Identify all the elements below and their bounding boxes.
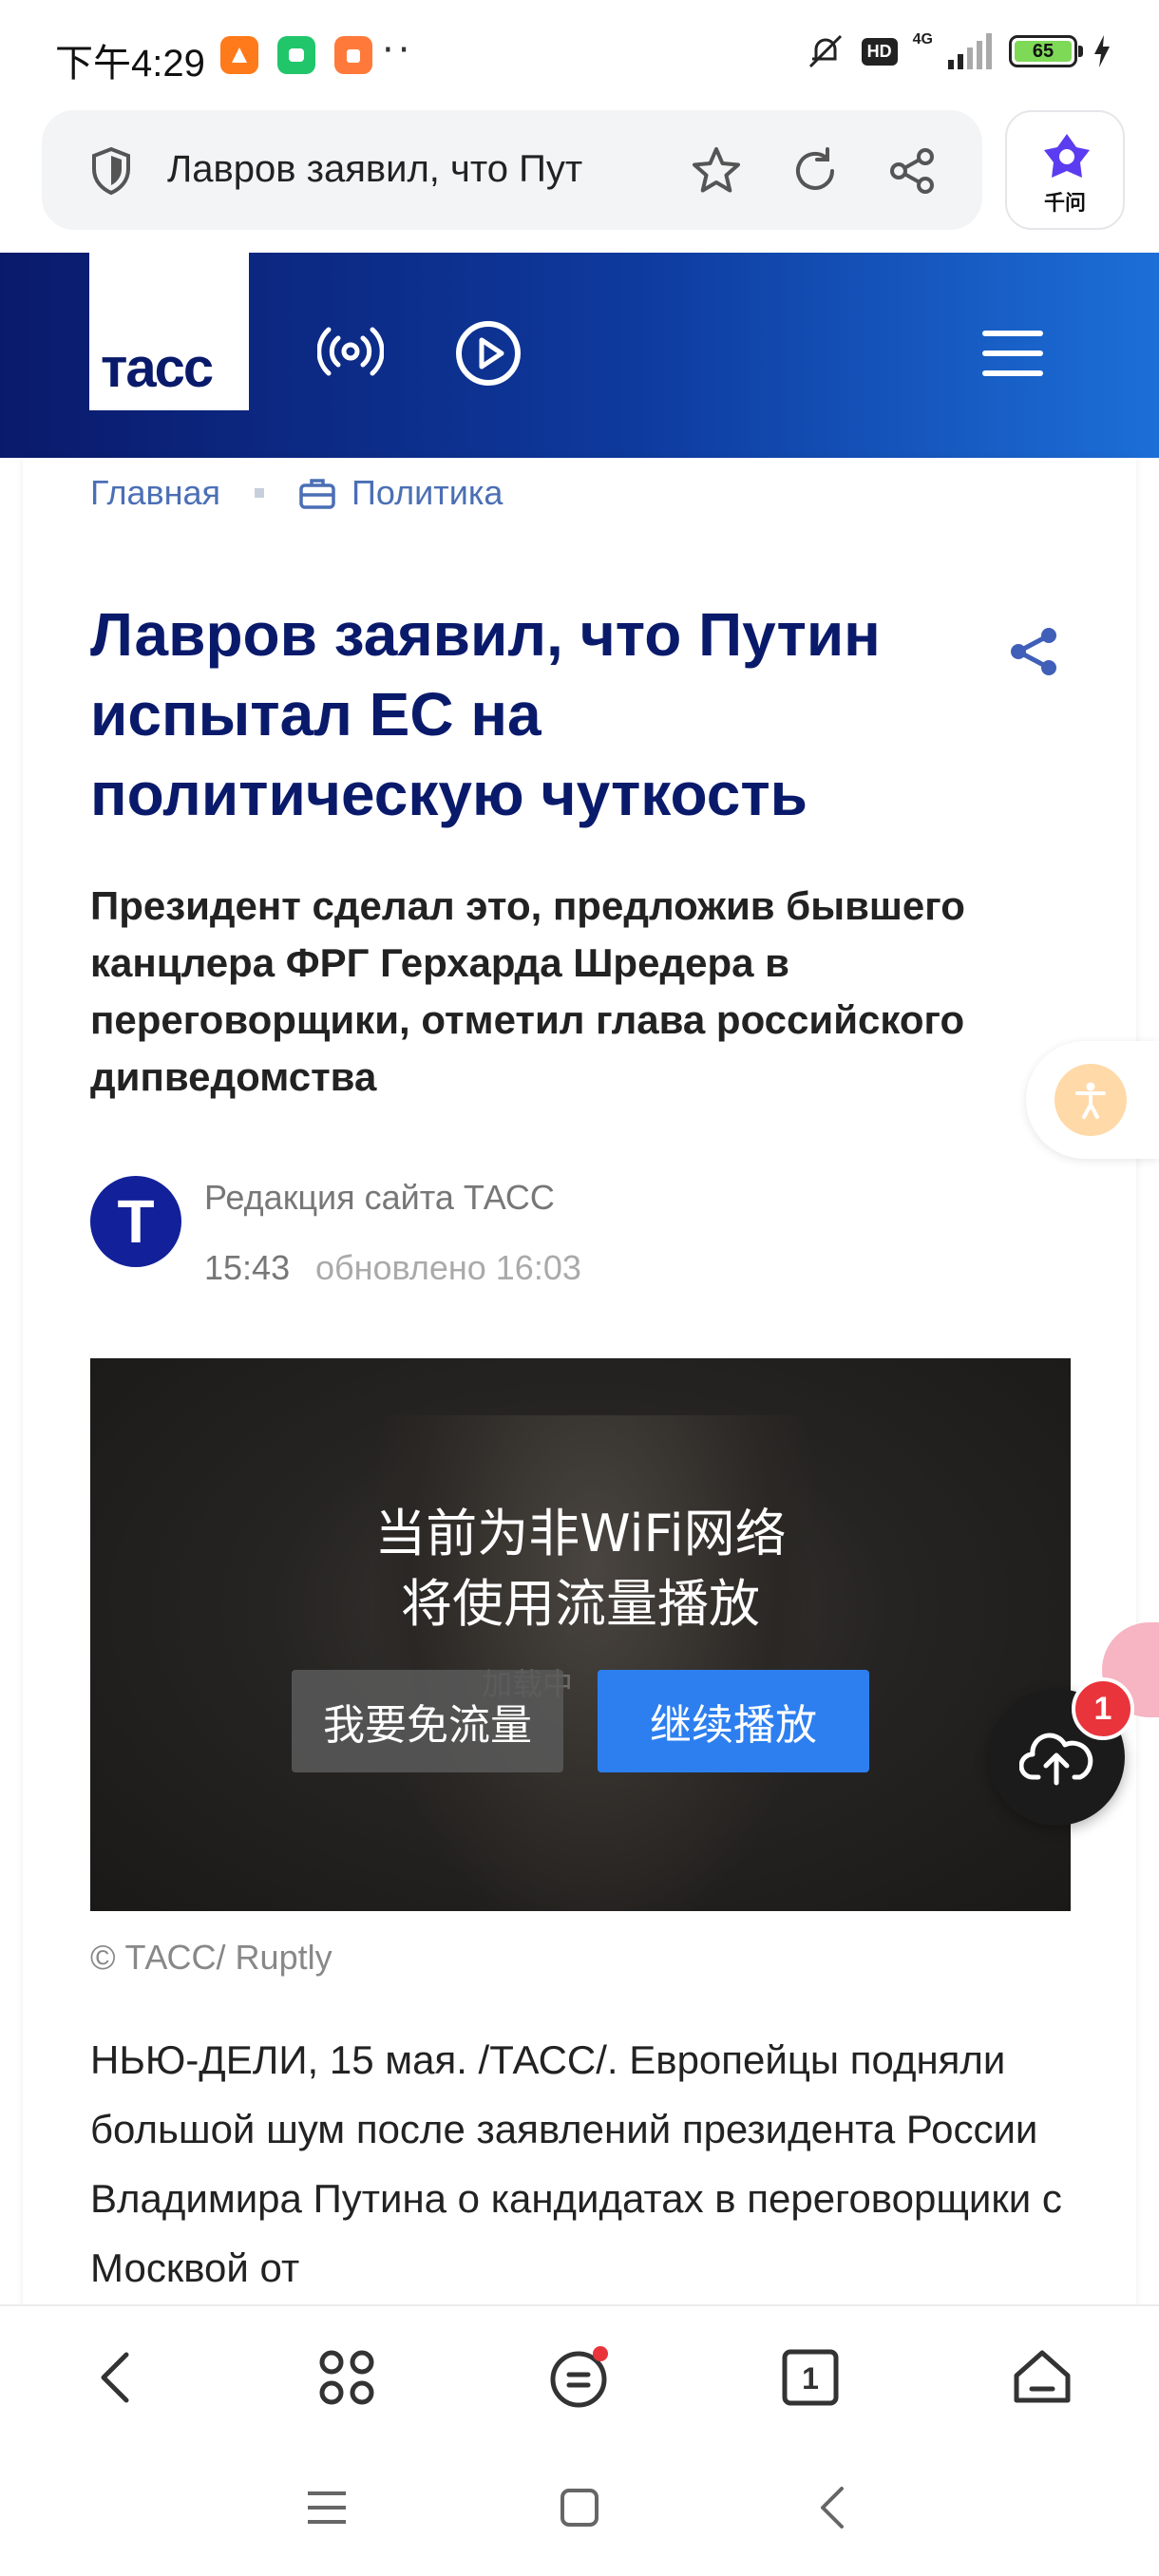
notification-app-icon (277, 36, 315, 74)
share-icon (1011, 628, 1056, 675)
video-caption: © ТАСС/ Ruptly (90, 1938, 332, 1977)
reload-icon (796, 147, 834, 190)
status-time: 下午4:29 (55, 43, 205, 85)
status-app-icons (220, 36, 372, 74)
network-notice-line1: 当前为非WiFi网络 (374, 1504, 787, 1563)
share-article-button[interactable] (1005, 623, 1062, 684)
article-headline: Лавров заявил, что Путин испытал ЕС на п… (90, 600, 881, 828)
status-more-dots: ·· (382, 28, 414, 72)
home-button[interactable] (1009, 2344, 1075, 2411)
back-triangle-icon (821, 2487, 844, 2529)
battery-icon: 65 (1009, 35, 1083, 67)
menu-button[interactable] (545, 2344, 612, 2411)
share-page-button[interactable] (885, 144, 939, 198)
briefcase-icon (299, 479, 335, 509)
tabs-icon: 1 (782, 2349, 839, 2406)
site-header: тасс (0, 253, 1159, 458)
home-square-icon (560, 2489, 598, 2527)
menu-icon (550, 2346, 608, 2408)
home-nav-button[interactable] (551, 2479, 608, 2536)
battery-level: 65 (1015, 41, 1072, 62)
network-notice-line2: 将使用流量播放 (401, 1574, 760, 1634)
video-player[interactable]: 当前为非WiFi网络 将使用流量播放 加载中 我要免流量 继续播放 (90, 1358, 1071, 1911)
continue-play-button[interactable]: 继续播放 (598, 1670, 869, 1772)
recents-button[interactable] (298, 2479, 355, 2536)
radio-broadcast-icon (316, 327, 385, 376)
star-icon (693, 147, 740, 193)
article-body: НЬЮ-ДЕЛИ, 15 мая. /ТАСС/. Европейцы подн… (90, 2037, 1062, 2290)
hamburger-menu-button[interactable] (982, 331, 1043, 376)
back-icon (101, 2352, 129, 2403)
menu-line (982, 370, 1043, 376)
browser-toolbar: 1 (0, 2304, 1159, 2443)
notification-app-icon (334, 36, 372, 74)
video-play-button[interactable] (454, 319, 522, 391)
share-nodes-icon (890, 148, 934, 194)
qianwen-logo-icon (1044, 134, 1090, 178)
play-circle-icon (456, 321, 521, 386)
network-type: 4G (912, 31, 933, 47)
free-data-button[interactable]: 我要免流量 (292, 1670, 563, 1772)
article-subtitle: Президент сделал это, предложив бывшего … (90, 883, 965, 1099)
qianwen-label: 千问 (1043, 192, 1086, 216)
video-frame (375, 1415, 812, 1911)
signal-icon (948, 33, 992, 69)
author-avatar[interactable]: Т (90, 1176, 181, 1267)
address-bar[interactable]: Лавров заявил, что Пут (42, 110, 982, 230)
tass-logo[interactable]: тасс (89, 253, 249, 410)
apps-icon (319, 2350, 374, 2405)
updated-time: обновлено 16:03 (315, 1248, 581, 1287)
bookmark-star-button[interactable] (690, 144, 743, 198)
tass-logo-text: тасс (101, 337, 214, 399)
breadcrumb-home-link[interactable]: Главная (90, 473, 220, 513)
breadcrumb-section-link[interactable]: Политика (352, 473, 503, 513)
accessibility-tab[interactable] (1026, 1041, 1159, 1159)
publish-time: 15:43 (204, 1248, 291, 1287)
author-name[interactable]: Редакция сайта ТАСС (204, 1178, 555, 1218)
breadcrumb-separator (255, 488, 265, 498)
mute-icon (808, 34, 842, 68)
tabs-button[interactable]: 1 (777, 2344, 844, 2411)
charging-icon (1094, 35, 1110, 67)
notification-app-icon (220, 36, 258, 74)
apps-button[interactable] (314, 2344, 380, 2411)
cloud-upload-icon (1019, 1733, 1093, 1786)
radio-button[interactable] (316, 323, 385, 384)
accessibility-button[interactable] (1054, 1064, 1127, 1136)
accessibility-icon (1075, 1082, 1106, 1119)
menu-line (982, 331, 1043, 336)
hd-badge: HD (861, 37, 898, 66)
tabs-count: 1 (802, 2361, 819, 2396)
status-bar: 下午4:29 ·· HD 4G 65 (0, 0, 1159, 106)
back-nav-button[interactable] (804, 2479, 861, 2536)
network-notice: 当前为非WiFi网络 将使用流量播放 (90, 1499, 1071, 1639)
breadcrumb: Главная Политика (90, 473, 503, 513)
home-icon (1014, 2350, 1071, 2403)
address-text[interactable]: Лавров заявил, что Пут (167, 148, 699, 191)
qianwen-assistant-button[interactable]: 千问 (1005, 110, 1125, 230)
system-navigation-bar (0, 2443, 1159, 2576)
status-right-group: HD 4G 65 (805, 31, 1112, 70)
back-button[interactable] (82, 2344, 148, 2411)
reload-button[interactable] (788, 144, 842, 198)
recents-icon (308, 2491, 346, 2524)
menu-line (982, 350, 1043, 356)
shield-icon[interactable] (89, 146, 133, 196)
upload-count-badge: 1 (1072, 1677, 1134, 1740)
